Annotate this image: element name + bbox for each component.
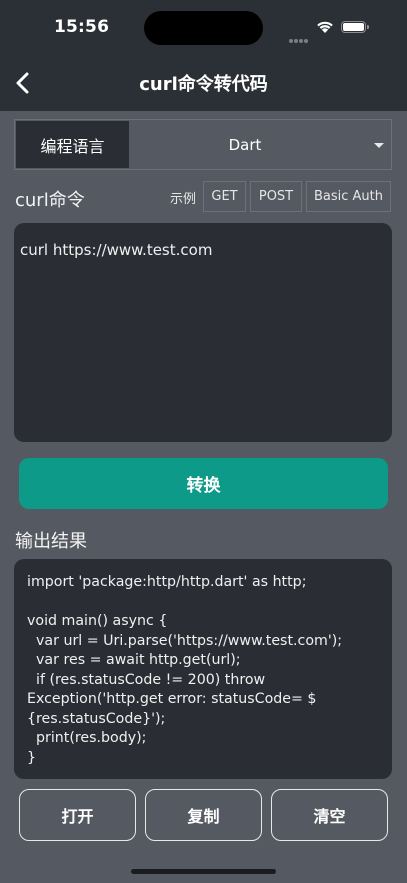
curl-section-title: curl命令 bbox=[15, 190, 85, 211]
language-label: 编程语言 bbox=[16, 121, 129, 168]
example-post-button[interactable]: POST bbox=[250, 181, 302, 212]
code-line: import 'package:http/http.dart' as http; bbox=[27, 574, 307, 590]
dropdown-caret-icon[interactable] bbox=[374, 143, 384, 148]
examples-label: 示例 bbox=[170, 192, 197, 207]
language-selector[interactable]: 编程语言 Dart bbox=[14, 119, 392, 170]
copy-button[interactable]: 复制 bbox=[145, 789, 262, 841]
code-line: var res = await http.get(url); bbox=[27, 652, 241, 668]
clear-button[interactable]: 清空 bbox=[271, 789, 388, 841]
code-line: var url = Uri.parse('https://www.test.co… bbox=[27, 632, 343, 649]
convert-button[interactable]: 转换 bbox=[19, 458, 388, 509]
battery-icon bbox=[341, 21, 369, 33]
output-section-title: 输出结果 bbox=[15, 531, 87, 552]
code-line: } bbox=[27, 749, 37, 766]
home-indicator bbox=[131, 869, 276, 874]
wifi-icon bbox=[317, 21, 333, 33]
example-get-button[interactable]: GET bbox=[203, 181, 246, 212]
curl-command-input[interactable]: curl https://www.test.com bbox=[14, 223, 392, 442]
code-line: print(res.body); bbox=[27, 730, 147, 746]
top-bar: 15:56 curl命令转代码 bbox=[0, 0, 407, 111]
status-time: 15:56 bbox=[54, 17, 110, 37]
example-basic-auth-button[interactable]: Basic Auth bbox=[306, 181, 391, 212]
page-title: curl命令转代码 bbox=[139, 74, 268, 95]
code-line: {res.statusCode}'); bbox=[27, 710, 166, 727]
open-button[interactable]: 打开 bbox=[19, 789, 136, 841]
dynamic-island bbox=[144, 11, 263, 45]
cellular-signal-icon bbox=[289, 28, 309, 47]
language-selected-value[interactable]: Dart bbox=[129, 120, 361, 169]
output-code-view[interactable]: import 'package:http/http.dart' as http;… bbox=[14, 559, 392, 779]
code-line: if (res.statusCode != 200) throw bbox=[27, 671, 266, 688]
code-line: Exception('http.get error: statusCode= $ bbox=[27, 691, 317, 707]
code-line: void main() async { bbox=[27, 613, 168, 629]
